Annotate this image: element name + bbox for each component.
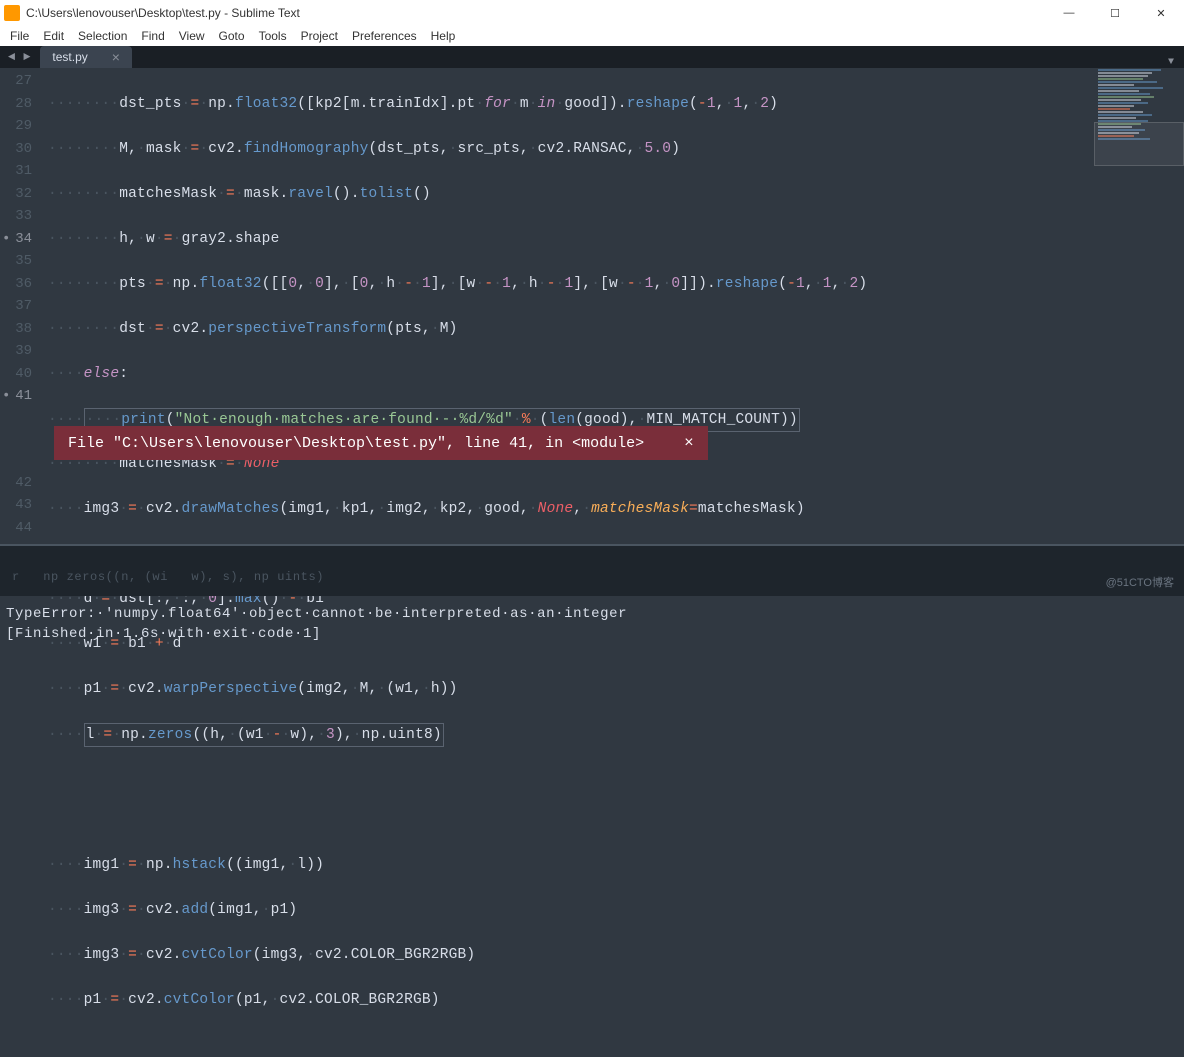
minimize-button[interactable]: —	[1046, 0, 1092, 26]
menubar: File Edit Selection Find View Goto Tools…	[0, 26, 1184, 46]
menu-preferences[interactable]: Preferences	[346, 27, 423, 45]
menu-find[interactable]: Find	[135, 27, 170, 45]
window-titlebar: C:\Users\lenovouser\Desktop\test.py - Su…	[0, 0, 1184, 26]
close-window-button[interactable]: ✕	[1138, 0, 1184, 26]
menu-help[interactable]: Help	[425, 27, 462, 45]
menu-edit[interactable]: Edit	[37, 27, 70, 45]
code-view[interactable]: ········dst_pts·=·np.float32([kp2[m.trai…	[42, 68, 1094, 556]
window-controls: — ☐ ✕	[1046, 0, 1184, 26]
error-inline-tooltip: File "C:\Users\lenovouser\Desktop\test.p…	[54, 426, 708, 460]
watermark-text: @51CTO博客	[1106, 574, 1174, 590]
menu-view[interactable]: View	[173, 27, 211, 45]
minimap[interactable]	[1094, 68, 1184, 556]
menu-selection[interactable]: Selection	[72, 27, 133, 45]
menu-goto[interactable]: Goto	[213, 27, 251, 45]
tab-close-icon[interactable]: ×	[112, 49, 120, 65]
nav-back-icon[interactable]: ◄	[4, 50, 19, 64]
tab-dropdown-icon[interactable]: ▼	[1162, 57, 1180, 68]
tab-label: test.py	[52, 50, 87, 64]
maximize-button[interactable]: ☐	[1092, 0, 1138, 26]
tab-testpy[interactable]: test.py ×	[40, 46, 132, 68]
nav-forward-icon[interactable]: ►	[19, 50, 34, 64]
error-inline-text: File "C:\Users\lenovouser\Desktop\test.p…	[68, 435, 644, 452]
console-error-line: TypeError:·'numpy.float64'·object·cannot…	[6, 606, 627, 622]
tab-toolbar: ◄ ► test.py × ▼	[0, 46, 1184, 68]
line-gutter: 27282930 31323334 35363738 394041 424344…	[0, 68, 42, 556]
build-output-panel[interactable]: r np zeros((n, (wi w), s), np uints) Typ…	[0, 544, 1184, 596]
menu-tools[interactable]: Tools	[253, 27, 293, 45]
app-icon	[4, 5, 20, 21]
window-title: C:\Users\lenovouser\Desktop\test.py - Su…	[26, 6, 300, 20]
console-finish-line: [Finished·in·1.6s·with·exit·code·1]	[6, 626, 321, 642]
error-close-icon[interactable]: ×	[684, 434, 694, 452]
tabbar: test.py × ▼	[34, 46, 1180, 68]
menu-project[interactable]: Project	[295, 27, 344, 45]
editor[interactable]: 27282930 31323334 35363738 394041 424344…	[0, 68, 1184, 556]
menu-file[interactable]: File	[4, 27, 35, 45]
console-overflow-line: r np zeros((n, (wi w), s), np uints)	[6, 570, 1178, 584]
